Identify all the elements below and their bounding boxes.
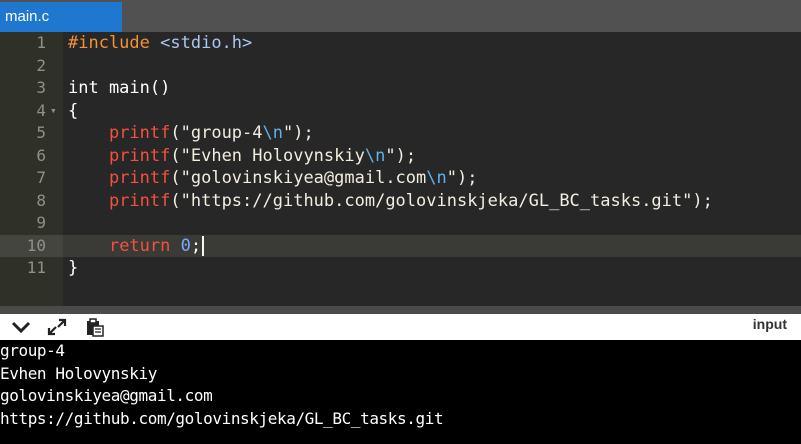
code-line[interactable]: 2 [0,55,801,78]
input-toggle[interactable]: input [753,316,787,332]
code-line[interactable]: 5 printf("group-4\n"); [0,122,801,145]
function-name: printf [108,190,171,211]
output-line: https://github.com/golovinskjeka/GL_BC_t… [0,408,444,428]
function-name: printf [108,168,171,188]
string-literal: golovinskiyea@gmail.com [190,168,427,188]
string-literal: Evhen Holovynskiy [190,145,365,166]
code-text: } [68,258,79,278]
code-line[interactable]: 4 ▾ { [0,100,801,123]
code-line[interactable]: 9 [0,212,801,235]
string-literal: group-4 [190,123,263,143]
escape-sequence: \n [262,123,283,143]
escape-sequence: \n [426,168,447,188]
output-toolbar: input [0,314,801,340]
text-cursor [202,235,205,256]
line-number: 11 [26,258,46,277]
code-line[interactable]: 11 } [0,257,801,280]
program-output: group-4 Evhen Holovynskiy golovinskiyea@… [0,340,801,444]
line-number: 2 [36,55,46,75]
code-line[interactable]: 3 int main() [0,77,801,100]
chevron-down-icon[interactable] [10,317,32,337]
return-keyword: return [108,235,171,256]
expand-icon[interactable] [46,317,68,337]
line-number: 8 [36,190,46,210]
code-line[interactable]: 8 printf("https://github.com/golovinskje… [0,190,801,213]
string-literal: https://github.com/golovinskjeka/GL_BC_t… [190,190,683,211]
line-number: 7 [36,168,46,187]
code-line[interactable]: 7 printf("golovinskiyea@gmail.com\n"); [0,167,801,190]
line-number: 3 [36,78,46,97]
number-literal: 0 [180,235,191,256]
code-text: int main() [68,78,171,98]
code-line-active[interactable]: 10 return 0; [0,234,801,257]
line-number: 10 [0,234,63,257]
include-header: <stdio.h> [160,33,253,53]
fold-arrow-icon[interactable]: ▾ [50,100,62,123]
tab-main-c[interactable]: main.c [0,2,122,32]
code-line[interactable]: 6 printf("Evhen Holovynskiy\n"); [0,145,801,168]
output-line: Evhen Holovynskiy [0,363,157,383]
output-line: group-4 [0,341,65,360]
line-number: 6 [36,145,46,165]
line-number: 5 [36,123,46,142]
line-number: 1 [36,33,46,52]
escape-sequence: \n [364,145,386,166]
line-number: 9 [36,213,46,232]
clipboard-icon[interactable] [84,317,106,337]
output-line: golovinskiyea@gmail.com [0,386,213,405]
tab-bar: main.c [0,0,801,32]
code-line[interactable]: 1 #include <stdio.h> [0,32,801,55]
function-name: printf [108,123,171,143]
preprocessor-directive: #include [68,33,150,53]
panel-splitter[interactable] [0,306,801,314]
function-name: printf [108,145,171,166]
code-text: { [68,100,79,121]
code-editor[interactable]: 1 #include <stdio.h> 2 3 int main() 4 ▾ … [0,32,801,306]
